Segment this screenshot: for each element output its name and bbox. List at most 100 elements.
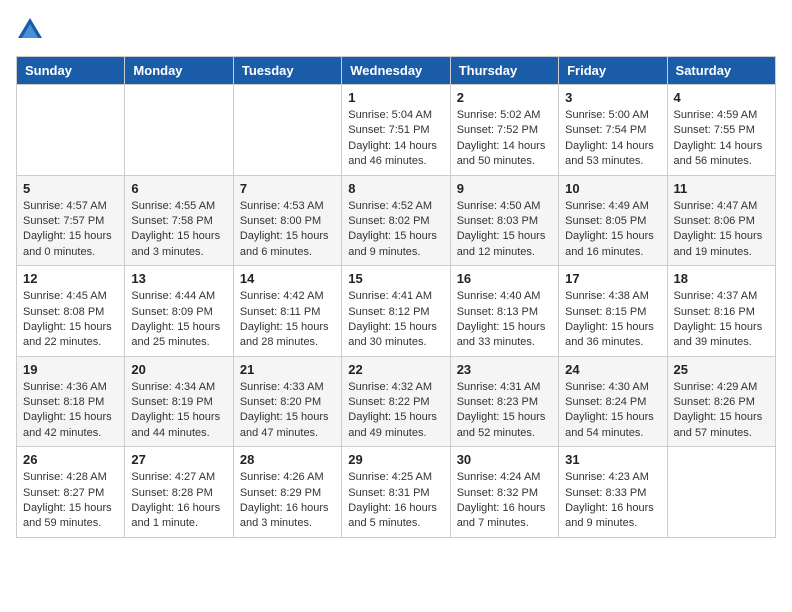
calendar-cell: 26Sunrise: 4:28 AMSunset: 8:27 PMDayligh… (17, 447, 125, 538)
calendar-week-row: 12Sunrise: 4:45 AMSunset: 8:08 PMDayligh… (17, 266, 776, 357)
day-number: 31 (565, 452, 660, 467)
day-info: Sunrise: 4:24 AMSunset: 8:32 PMDaylight:… (457, 470, 552, 532)
calendar-week-row: 26Sunrise: 4:28 AMSunset: 8:27 PMDayligh… (17, 447, 776, 538)
calendar-cell: 19 Sunrise: 4:36 AMSunset: 8:18 PMDayligh… (17, 356, 125, 447)
day-number: 30 (457, 452, 552, 467)
calendar-cell: 27 Sunrise: 4:27 AMSunset: 8:28 PMDayligh… (125, 447, 233, 538)
day-info: Sunrise: 4:45 AMSunset: 8:08 PMDaylight:… (23, 289, 118, 351)
day-number: 23 (457, 362, 552, 377)
day-info: Sunrise: 4:30 AMSunset: 8:24 PMDaylight:… (565, 380, 660, 442)
calendar-cell: 3 Sunrise: 5:00 AMSunset: 7:54 PMDaylight… (559, 85, 667, 176)
calendar-cell: 23 Sunrise: 4:31 AMSunset: 8:23 PMDayligh… (450, 356, 558, 447)
day-info: Sunrise: 4:53 AMSunset: 8:00 PMDaylight:… (240, 199, 335, 261)
day-number: 29 (348, 452, 443, 467)
weekday-header: Saturday (667, 57, 775, 85)
calendar-cell: 13Sunrise: 4:44 AMSunset: 8:09 PMDayligh… (125, 266, 233, 357)
day-number: 15 (348, 271, 443, 286)
logo (16, 16, 48, 44)
day-number: 2 (457, 90, 552, 105)
day-number: 28 (240, 452, 335, 467)
day-number: 19 (23, 362, 118, 377)
day-number: 26 (23, 452, 118, 467)
day-info: Sunrise: 5:02 AMSunset: 7:52 PMDaylight:… (457, 108, 552, 170)
day-number: 3 (565, 90, 660, 105)
logo-icon (16, 16, 44, 44)
day-info: Sunrise: 4:34 AMSunset: 8:19 PMDaylight:… (131, 380, 226, 442)
calendar-cell: 22 Sunrise: 4:32 AMSunset: 8:22 PMDayligh… (342, 356, 450, 447)
calendar-cell: 12Sunrise: 4:45 AMSunset: 8:08 PMDayligh… (17, 266, 125, 357)
calendar-cell: 2 Sunrise: 5:02 AMSunset: 7:52 PMDaylight… (450, 85, 558, 176)
day-number: 25 (674, 362, 769, 377)
day-info: Sunrise: 4:32 AMSunset: 8:22 PMDaylight:… (348, 380, 443, 442)
day-info: Sunrise: 4:26 AMSunset: 8:29 PMDaylight:… (240, 470, 335, 532)
day-info: Sunrise: 4:29 AMSunset: 8:26 PMDaylight:… (674, 380, 769, 442)
calendar-cell: 6 Sunrise: 4:55 AMSunset: 7:58 PMDaylight… (125, 175, 233, 266)
calendar-cell: 5 Sunrise: 4:57 AMSunset: 7:57 PMDaylight… (17, 175, 125, 266)
day-number: 10 (565, 181, 660, 196)
calendar-table: SundayMondayTuesdayWednesdayThursdayFrid… (16, 56, 776, 538)
day-info: Sunrise: 4:41 AMSunset: 8:12 PMDaylight:… (348, 289, 443, 351)
calendar-cell: 16 Sunrise: 4:40 AMSunset: 8:13 PMDayligh… (450, 266, 558, 357)
day-number: 11 (674, 181, 769, 196)
calendar-week-row: 5 Sunrise: 4:57 AMSunset: 7:57 PMDaylight… (17, 175, 776, 266)
page-header (16, 16, 776, 44)
day-info: Sunrise: 4:37 AMSunset: 8:16 PMDaylight:… (674, 289, 769, 351)
day-info: Sunrise: 4:57 AMSunset: 7:57 PMDaylight:… (23, 199, 118, 261)
calendar-cell: 8 Sunrise: 4:52 AMSunset: 8:02 PMDaylight… (342, 175, 450, 266)
calendar-cell: 30 Sunrise: 4:24 AMSunset: 8:32 PMDayligh… (450, 447, 558, 538)
calendar-cell: 15 Sunrise: 4:41 AMSunset: 8:12 PMDayligh… (342, 266, 450, 357)
day-number: 16 (457, 271, 552, 286)
day-number: 6 (131, 181, 226, 196)
day-number: 17 (565, 271, 660, 286)
day-number: 24 (565, 362, 660, 377)
calendar-cell (17, 85, 125, 176)
calendar-cell (667, 447, 775, 538)
day-info: Sunrise: 4:40 AMSunset: 8:13 PMDaylight:… (457, 289, 552, 351)
day-number: 5 (23, 181, 118, 196)
day-number: 18 (674, 271, 769, 286)
weekday-header: Friday (559, 57, 667, 85)
day-info: Sunrise: 4:52 AMSunset: 8:02 PMDaylight:… (348, 199, 443, 261)
day-info: Sunrise: 4:59 AMSunset: 7:55 PMDaylight:… (674, 108, 769, 170)
calendar-cell: 18 Sunrise: 4:37 AMSunset: 8:16 PMDayligh… (667, 266, 775, 357)
day-info: Sunrise: 4:42 AMSunset: 8:11 PMDaylight:… (240, 289, 335, 351)
day-number: 7 (240, 181, 335, 196)
day-number: 9 (457, 181, 552, 196)
calendar-cell: 9 Sunrise: 4:50 AMSunset: 8:03 PMDaylight… (450, 175, 558, 266)
calendar-cell: 4Sunrise: 4:59 AMSunset: 7:55 PMDaylight… (667, 85, 775, 176)
day-info: Sunrise: 4:47 AMSunset: 8:06 PMDaylight:… (674, 199, 769, 261)
calendar-cell: 17Sunrise: 4:38 AMSunset: 8:15 PMDayligh… (559, 266, 667, 357)
calendar-cell: 28 Sunrise: 4:26 AMSunset: 8:29 PMDayligh… (233, 447, 341, 538)
day-info: Sunrise: 4:33 AMSunset: 8:20 PMDaylight:… (240, 380, 335, 442)
weekday-header: Monday (125, 57, 233, 85)
calendar-cell: 14 Sunrise: 4:42 AMSunset: 8:11 PMDayligh… (233, 266, 341, 357)
day-info: Sunrise: 5:04 AMSunset: 7:51 PMDaylight:… (348, 108, 443, 170)
day-info: Sunrise: 4:55 AMSunset: 7:58 PMDaylight:… (131, 199, 226, 261)
calendar-header-row: SundayMondayTuesdayWednesdayThursdayFrid… (17, 57, 776, 85)
day-info: Sunrise: 4:36 AMSunset: 8:18 PMDaylight:… (23, 380, 118, 442)
day-info: Sunrise: 4:31 AMSunset: 8:23 PMDaylight:… (457, 380, 552, 442)
day-info: Sunrise: 4:27 AMSunset: 8:28 PMDaylight:… (131, 470, 226, 532)
day-number: 22 (348, 362, 443, 377)
day-info: Sunrise: 4:23 AMSunset: 8:33 PMDaylight:… (565, 470, 660, 532)
day-number: 27 (131, 452, 226, 467)
calendar-cell (125, 85, 233, 176)
calendar-cell: 31 Sunrise: 4:23 AMSunset: 8:33 PMDayligh… (559, 447, 667, 538)
day-number: 13 (131, 271, 226, 286)
day-number: 1 (348, 90, 443, 105)
calendar-cell: 25 Sunrise: 4:29 AMSunset: 8:26 PMDayligh… (667, 356, 775, 447)
calendar-cell: 24 Sunrise: 4:30 AMSunset: 8:24 PMDayligh… (559, 356, 667, 447)
weekday-header: Wednesday (342, 57, 450, 85)
day-info: Sunrise: 4:50 AMSunset: 8:03 PMDaylight:… (457, 199, 552, 261)
calendar-cell: 11 Sunrise: 4:47 AMSunset: 8:06 PMDayligh… (667, 175, 775, 266)
calendar-cell (233, 85, 341, 176)
calendar-week-row: 1 Sunrise: 5:04 AMSunset: 7:51 PMDaylight… (17, 85, 776, 176)
calendar-cell: 29Sunrise: 4:25 AMSunset: 8:31 PMDayligh… (342, 447, 450, 538)
day-number: 8 (348, 181, 443, 196)
day-number: 14 (240, 271, 335, 286)
day-info: Sunrise: 4:49 AMSunset: 8:05 PMDaylight:… (565, 199, 660, 261)
calendar-cell: 7 Sunrise: 4:53 AMSunset: 8:00 PMDaylight… (233, 175, 341, 266)
day-info: Sunrise: 5:00 AMSunset: 7:54 PMDaylight:… (565, 108, 660, 170)
day-number: 20 (131, 362, 226, 377)
weekday-header: Sunday (17, 57, 125, 85)
